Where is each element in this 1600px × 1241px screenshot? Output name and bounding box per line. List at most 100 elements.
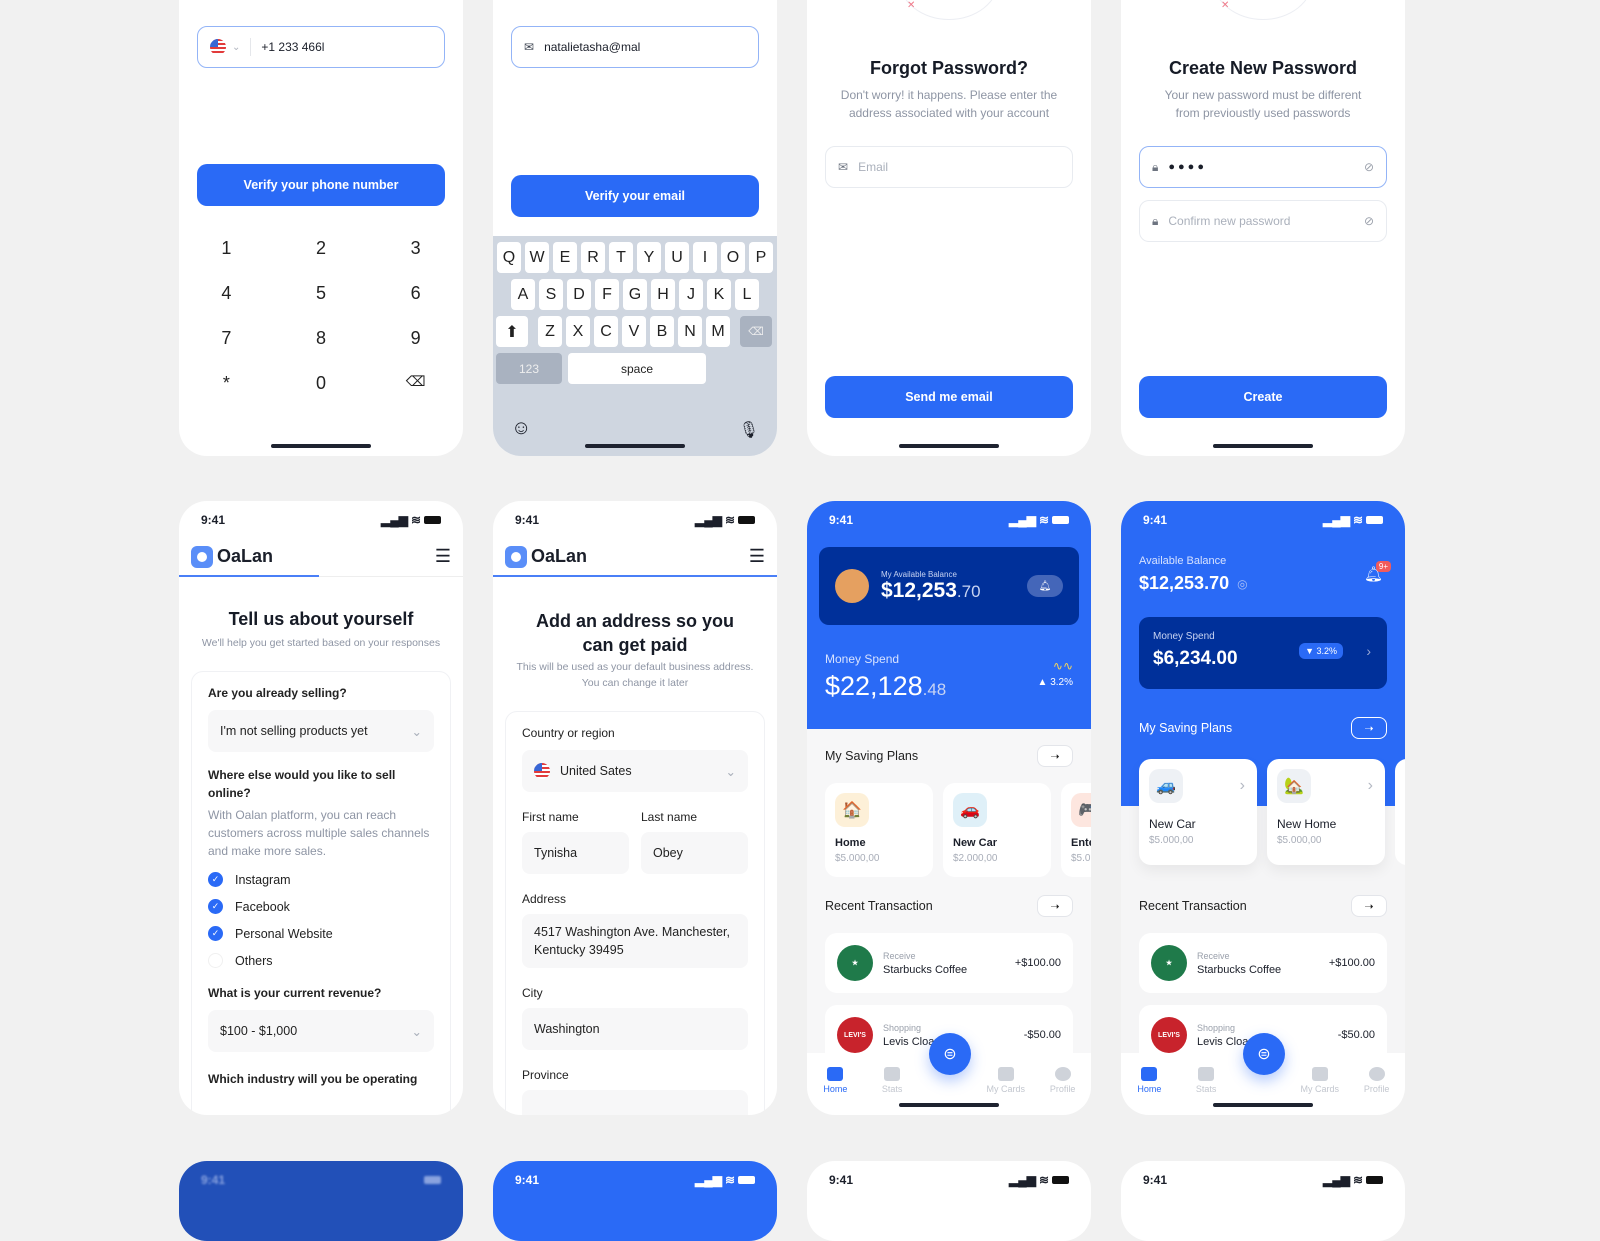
email-input[interactable]: ✉ natalietasha@mal [511, 26, 759, 68]
microphone-icon[interactable]: 🎙 [739, 420, 759, 440]
email-field[interactable]: ✉ Email [825, 146, 1073, 188]
keyboard-key[interactable]: P [749, 242, 773, 273]
keyboard-key[interactable]: M [706, 316, 730, 347]
keyboard-key[interactable]: S [539, 279, 563, 310]
verify-phone-button[interactable]: Verify your phone number [197, 164, 445, 206]
send-email-button[interactable]: Send me email [825, 376, 1073, 418]
space-key[interactable]: space [568, 353, 706, 384]
numpad-key[interactable]: 8 [274, 328, 369, 349]
scan-button[interactable]: ⊜ [929, 1033, 971, 1075]
keyboard-key[interactable]: I [693, 242, 717, 273]
wifi-icon: ≋ [724, 513, 735, 527]
keyboard-key[interactable]: Q [497, 242, 521, 273]
saving-plan-card[interactable]: 🚙 › New Car $5.000,00 [1139, 759, 1257, 865]
first-name-input[interactable]: Tynisha [522, 832, 629, 874]
tab-my-cards[interactable]: My Cards [1300, 1067, 1340, 1094]
saving-plan-card-partial[interactable] [1395, 759, 1405, 865]
keyboard-key[interactable]: Z [538, 316, 562, 347]
arrow-right-icon[interactable]: ➝ [1037, 745, 1073, 767]
keyboard-key[interactable]: O [721, 242, 745, 273]
verify-email-button[interactable]: Verify your email [511, 175, 759, 217]
checkbox-instagram[interactable]: ✓ Instagram [208, 872, 434, 887]
scan-button[interactable]: ⊜ [1243, 1033, 1285, 1075]
keyboard-key[interactable]: F [595, 279, 619, 310]
keyboard-key[interactable]: W [525, 242, 549, 273]
keyboard-key[interactable]: H [651, 279, 675, 310]
eye-off-icon[interactable]: ⊘ [1364, 160, 1374, 174]
shift-key[interactable]: ⬆ [496, 316, 528, 347]
eye-icon[interactable]: ◎ [1237, 577, 1247, 591]
numpad-key[interactable]: 5 [274, 283, 369, 304]
confirm-password-field[interactable]: 🔒︎ Confirm new password ⊘ [1139, 200, 1387, 242]
keyboard-key[interactable]: G [623, 279, 647, 310]
saving-plan-card[interactable]: 🚗 New Car $2.000,00 [943, 783, 1051, 877]
transaction-row[interactable]: ★ Receive Starbucks Coffee +$100.00 [825, 933, 1073, 993]
menu-icon[interactable]: ☰ [749, 546, 765, 567]
numpad-key[interactable]: 7 [179, 328, 274, 349]
checkbox-others[interactable]: Others [208, 953, 434, 968]
saving-plan-card[interactable]: 🏠 Home $5.000,00 [825, 783, 933, 877]
keyboard-key[interactable]: J [679, 279, 703, 310]
delete-key[interactable]: ⌫ [740, 316, 772, 347]
selling-select[interactable]: I'm not selling products yet ⌄ [208, 710, 434, 752]
tab-profile[interactable]: Profile [1357, 1067, 1397, 1094]
keyboard-key[interactable]: C [594, 316, 618, 347]
bell-icon[interactable]: 🔔︎ [1027, 575, 1063, 597]
keyboard-key[interactable]: V [622, 316, 646, 347]
new-password-field[interactable]: 🔒︎ ●●●● ⊘ [1139, 146, 1387, 188]
numpad-key[interactable]: 9 [368, 328, 463, 349]
revenue-select[interactable]: $100 - $1,000 ⌄ [208, 1010, 434, 1052]
checkbox-facebook[interactable]: ✓ Facebook [208, 899, 434, 914]
us-flag-icon [534, 763, 550, 779]
create-button[interactable]: Create [1139, 376, 1387, 418]
numpad-key[interactable]: * [179, 373, 274, 394]
tab-my-cards[interactable]: My Cards [986, 1067, 1026, 1094]
brand-name: OaLan [531, 546, 588, 566]
emoji-icon[interactable]: ☺ [511, 417, 531, 440]
tab-home[interactable]: Home [1129, 1067, 1169, 1094]
last-name-input[interactable]: Obey [641, 832, 748, 874]
menu-icon[interactable]: ☰ [435, 546, 451, 567]
numpad-key[interactable]: 1 [179, 238, 274, 259]
keyboard-key[interactable]: Y [637, 242, 661, 273]
keyboard-key[interactable]: D [567, 279, 591, 310]
spend-card[interactable]: Money Spend $6,234.00 ▼ 3.2% › [1139, 617, 1387, 689]
numpad-key[interactable]: 0 [274, 373, 369, 394]
arrow-right-icon[interactable]: ➝ [1351, 895, 1387, 917]
phone-input[interactable]: ⌄ +1 233 466l [197, 26, 445, 68]
keyboard-key[interactable]: B [650, 316, 674, 347]
car-icon: 🚙 [1149, 769, 1183, 803]
tab-home[interactable]: Home [815, 1067, 855, 1094]
keyboard-key[interactable]: N [678, 316, 702, 347]
backspace-icon[interactable]: ⌫ [368, 373, 463, 394]
keyboard-key[interactable]: A [511, 279, 535, 310]
tab-stats[interactable]: Stats [872, 1067, 912, 1094]
province-input[interactable] [522, 1090, 748, 1115]
address-input[interactable]: 4517 Washington Ave. Manchester, Kentuck… [522, 914, 748, 968]
arrow-right-icon[interactable]: ➝ [1037, 895, 1073, 917]
numpad-key[interactable]: 4 [179, 283, 274, 304]
keyboard-key[interactable]: T [609, 242, 633, 273]
arrow-right-icon[interactable]: ➝ [1351, 717, 1387, 739]
checkbox-personal-website[interactable]: ✓ Personal Website [208, 926, 434, 941]
city-input[interactable]: Washington [522, 1008, 748, 1050]
saving-plan-card[interactable]: 🎮 Ente $5.0 [1061, 783, 1091, 877]
keyboard-key[interactable]: K [707, 279, 731, 310]
keyboard-key[interactable]: L [735, 279, 759, 310]
keyboard-key[interactable]: R [581, 242, 605, 273]
numpad-key[interactable]: 2 [274, 238, 369, 259]
numpad-key[interactable]: 3 [368, 238, 463, 259]
country-select[interactable]: United Sates ⌄ [522, 750, 748, 792]
numbers-key[interactable]: 123 [496, 353, 562, 384]
chevron-down-icon[interactable]: ⌄ [232, 42, 240, 53]
keyboard-key[interactable]: X [566, 316, 590, 347]
keyboard-key[interactable]: E [553, 242, 577, 273]
saving-plan-card[interactable]: 🏡 › New Home $5.000,00 [1267, 759, 1385, 865]
tab-stats[interactable]: Stats [1186, 1067, 1226, 1094]
transaction-row[interactable]: ★ Receive Starbucks Coffee +$100.00 [1139, 933, 1387, 993]
section-title: My Saving Plans [1139, 721, 1233, 735]
eye-off-icon[interactable]: ⊘ [1364, 214, 1374, 228]
numpad-key[interactable]: 6 [368, 283, 463, 304]
tab-profile[interactable]: Profile [1043, 1067, 1083, 1094]
keyboard-key[interactable]: U [665, 242, 689, 273]
